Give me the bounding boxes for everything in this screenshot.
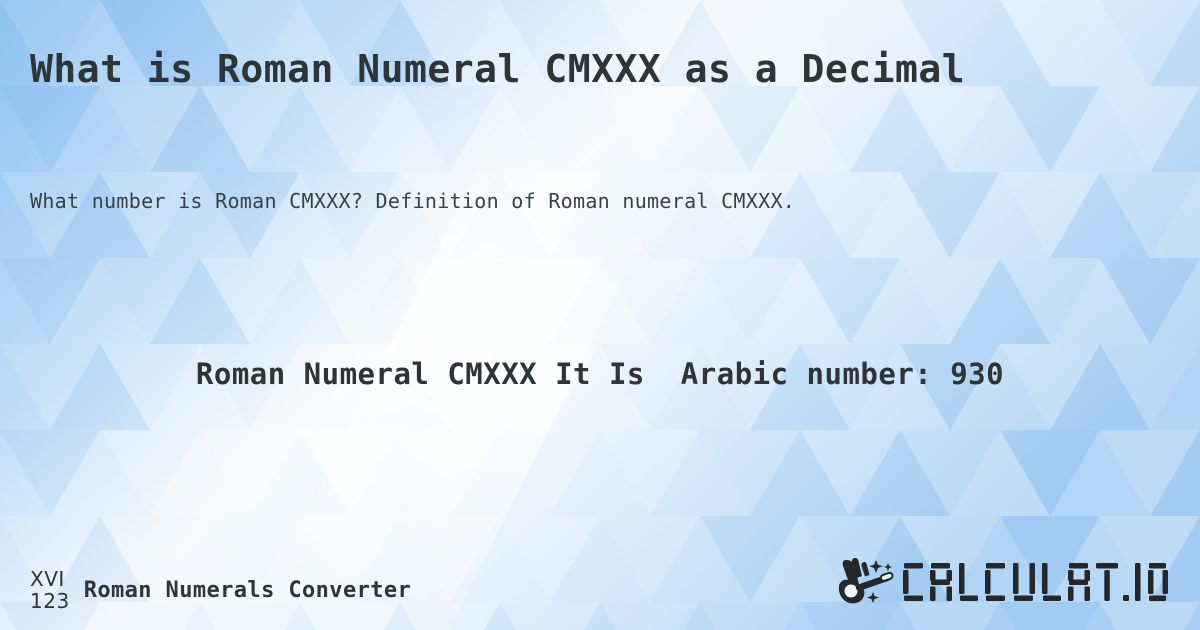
roman-numerals-logo-icon: XVI 123 (30, 568, 70, 612)
page-title: What is Roman Numeral CMXXX as a Decimal (30, 47, 966, 91)
brand-mark-top: XVI (30, 567, 65, 591)
magic-wand-hand-icon (838, 558, 894, 604)
page-subtitle: What number is Roman CMXXX? Definition o… (30, 189, 796, 213)
site-logo[interactable]: CALCULAT.IO (836, 556, 1170, 608)
conversion-result: Roman Numeral CMXXX It Is Arabic number:… (195, 357, 1005, 391)
brand-mark-bottom: 123 (30, 589, 70, 613)
footer: XVI 123 Roman Numerals Converter (0, 530, 1200, 630)
brand-block[interactable]: XVI 123 Roman Numerals Converter (30, 568, 411, 612)
calculatio-wordmark: CALCULAT.IO (903, 563, 1168, 601)
brand-name: Roman Numerals Converter (83, 577, 412, 603)
